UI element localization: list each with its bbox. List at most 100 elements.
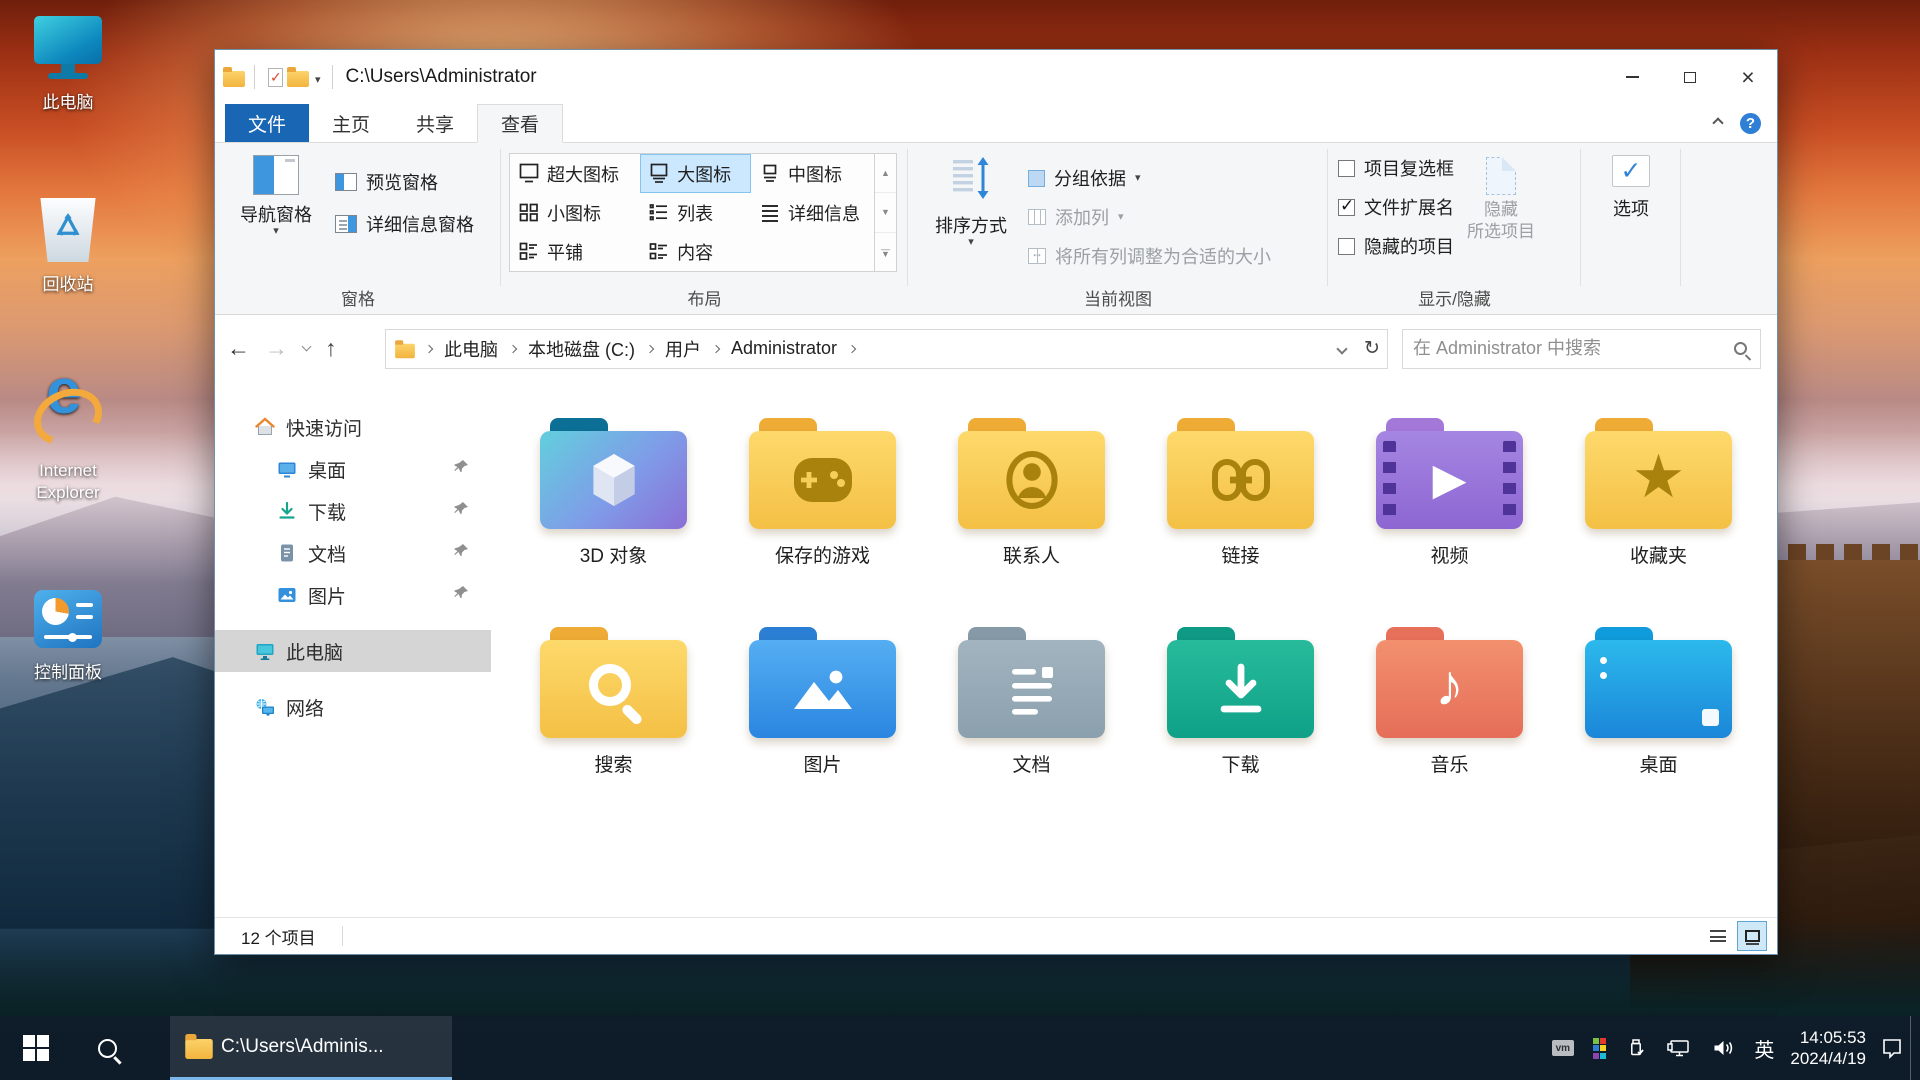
start-button[interactable] [0, 1016, 72, 1080]
help-icon[interactable]: ? [1740, 112, 1761, 134]
sidebar-item-desktop[interactable]: 桌面 [215, 448, 491, 490]
layout-list[interactable]: 列表 [640, 193, 751, 232]
breadcrumb-users[interactable]: 用户 [665, 336, 701, 362]
tab-view[interactable]: 查看 [477, 104, 564, 143]
address-bar[interactable]: 此电脑 本地磁盘 (C:) 用户 Administrator ↻ [385, 328, 1388, 369]
desktop-icon-this-pc[interactable]: 此电脑 [12, 14, 124, 114]
action-center-button[interactable] [1880, 1036, 1904, 1060]
refresh-button[interactable]: ↻ [1357, 330, 1387, 368]
hidden-items-option[interactable]: 隐藏的项目 [1338, 233, 1454, 259]
checkbox[interactable] [1338, 237, 1355, 255]
checkbox[interactable] [1338, 196, 1355, 216]
breadcrumb-administrator[interactable]: Administrator [731, 338, 837, 359]
file-item-contacts[interactable]: 联系人 [927, 418, 1136, 627]
tiles-view-icon [519, 242, 537, 260]
search-box[interactable] [1402, 328, 1761, 369]
star-icon: ★ [1631, 443, 1686, 510]
thumbnail-view-button[interactable] [1737, 921, 1767, 951]
up-button[interactable]: ↑ [325, 337, 337, 360]
network-status-icon[interactable] [1666, 1037, 1692, 1059]
layout-medium-icons[interactable]: 中图标 [751, 154, 874, 193]
layout-content[interactable]: 内容 [640, 232, 751, 271]
search-icon [588, 664, 631, 706]
volume-icon[interactable] [1711, 1037, 1735, 1059]
file-item-documents[interactable]: 文档 [927, 627, 1136, 836]
gallery-more-icon[interactable]: — ▼ [875, 233, 896, 271]
quick-access-toolbar-dropdown-icon[interactable]: ▾ [315, 73, 321, 86]
taskbar-search-button[interactable] [72, 1016, 142, 1080]
forward-button[interactable]: → [265, 337, 288, 360]
details-pane-button[interactable]: 详细信息窗格 [335, 211, 474, 237]
input-method-indicator[interactable]: 英 [1754, 1034, 1774, 1063]
sidebar-item-documents[interactable]: 文档 [215, 532, 491, 574]
file-extensions-option[interactable]: 文件扩展名 [1338, 194, 1454, 220]
quick-access-new-folder-icon[interactable] [287, 67, 309, 87]
taskbar-clock[interactable]: 14:05:53 2024/4/19 [1790, 1027, 1866, 1069]
file-item-pictures[interactable]: 图片 [718, 627, 927, 836]
date: 2024/4/19 [1790, 1049, 1866, 1068]
sidebar-item-network[interactable]: 网络 [215, 686, 491, 728]
gallery-scroll-up-icon[interactable]: ▲ [875, 154, 896, 194]
layout-large-icons[interactable]: 大图标 [640, 154, 752, 193]
desktop-icon-control-panel[interactable]: 控制面板 [12, 584, 124, 684]
options-icon: ✓ [1612, 155, 1650, 187]
close-button[interactable]: × [1719, 50, 1777, 104]
quick-access-properties-icon[interactable] [268, 67, 283, 87]
tab-share[interactable]: 共享 [393, 104, 477, 142]
back-button[interactable]: ← [227, 337, 250, 360]
file-item-desktop[interactable]: 桌面 [1554, 627, 1763, 836]
preview-pane-button[interactable]: 预览窗格 [335, 169, 474, 195]
gallery-scroll-down-icon[interactable]: ▼ [875, 193, 896, 233]
sidebar-item-this-pc[interactable]: 此电脑 [215, 630, 491, 672]
file-item-searches[interactable]: 搜索 [509, 627, 718, 836]
sidebar-item-quick-access[interactable]: 快速访问 [215, 406, 491, 448]
layout-extra-large-icons[interactable]: 超大图标 [510, 154, 640, 193]
breadcrumb-chevron-icon [711, 344, 721, 354]
file-item-3d-objects[interactable]: 3D 对象 [509, 418, 718, 627]
taskbar-app-file-explorer[interactable]: C:\Users\Adminis... [170, 1016, 452, 1080]
options-button[interactable]: ✓ 选项 [1582, 155, 1680, 221]
address-dropdown-button[interactable] [1327, 330, 1357, 368]
folder-3d-objects-icon [540, 418, 687, 529]
search-input[interactable] [1413, 338, 1734, 359]
file-item-downloads[interactable]: 下载 [1136, 627, 1345, 836]
desktop-icon-recycle-bin[interactable]: 回收站 [12, 196, 124, 296]
file-item-music[interactable]: ♪ 音乐 [1345, 627, 1554, 836]
checkbox[interactable] [1338, 159, 1355, 177]
maximize-button[interactable] [1661, 50, 1719, 104]
file-label: 图片 [803, 755, 842, 776]
usb-device-icon[interactable] [1625, 1037, 1647, 1059]
list-view-icon [649, 204, 668, 221]
vmware-tray-icon[interactable]: vm [1551, 1040, 1574, 1056]
size-all-columns-icon [1028, 246, 1046, 264]
title-bar[interactable]: ▾ C:\Users\Administrator × [215, 50, 1777, 104]
sidebar-item-pictures[interactable]: 图片 [215, 574, 491, 616]
this-pc-icon [255, 641, 275, 661]
add-columns-button[interactable]: 添加列 ▾ [1028, 202, 1271, 232]
small-icons-icon [519, 203, 538, 222]
file-label: 搜索 [594, 755, 633, 776]
file-item-favorites[interactable]: ★ 收藏夹 [1554, 418, 1763, 627]
desktop-icon-internet-explorer[interactable]: e Internet Explorer [12, 359, 124, 504]
details-view-button[interactable] [1703, 921, 1733, 951]
collapse-ribbon-icon[interactable] [1712, 117, 1724, 129]
sidebar-item-downloads[interactable]: 下载 [215, 490, 491, 532]
minimize-button[interactable] [1603, 50, 1661, 104]
group-by-button[interactable]: 分组依据 ▾ [1028, 163, 1271, 193]
layout-tiles[interactable]: 平铺 [510, 232, 640, 271]
app-tray-icon[interactable] [1592, 1037, 1607, 1059]
layout-small-icons[interactable]: 小图标 [510, 193, 640, 232]
show-desktop-button[interactable] [1910, 1016, 1920, 1080]
tab-file[interactable]: 文件 [225, 104, 310, 142]
breadcrumb-local-disk-c[interactable]: 本地磁盘 (C:) [528, 336, 635, 362]
item-checkboxes-option[interactable]: 项目复选框 [1338, 155, 1454, 181]
file-item-links[interactable]: 链接 [1136, 418, 1345, 627]
tab-home[interactable]: 主页 [309, 104, 393, 142]
recent-locations-icon[interactable] [301, 341, 312, 352]
file-item-videos[interactable]: ▶ 视频 [1345, 418, 1554, 627]
size-all-columns-button[interactable]: 将所有列调整为合适的大小 [1028, 241, 1271, 271]
layout-details[interactable]: 详细信息 [751, 193, 874, 232]
search-icon[interactable] [1734, 342, 1747, 355]
file-item-saved-games[interactable]: 保存的游戏 [718, 418, 927, 627]
breadcrumb-this-pc[interactable]: 此电脑 [444, 336, 498, 362]
